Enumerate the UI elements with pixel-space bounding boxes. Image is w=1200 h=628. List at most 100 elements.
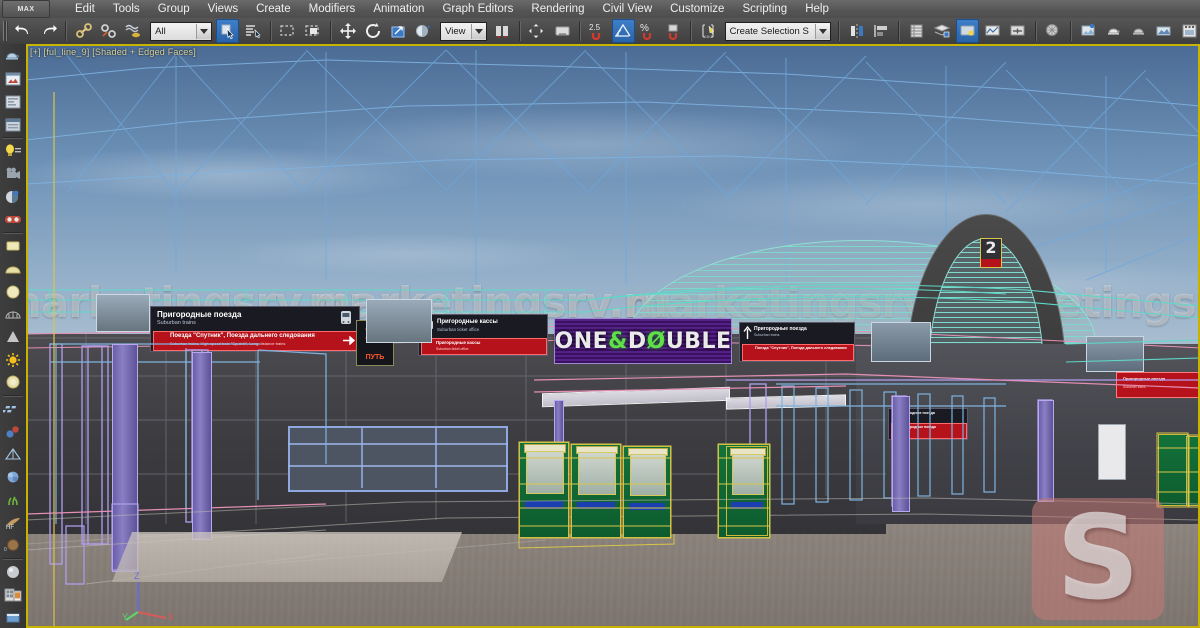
spinner-snap-toggle-button[interactable] [662,19,685,43]
sphere-light-icon[interactable] [1,280,25,303]
menu-item-customize[interactable]: Customize [661,0,733,18]
render-setup-button[interactable] [1042,19,1065,43]
selection-filter-combo[interactable]: All [150,21,213,41]
menu-item-help[interactable]: Help [796,0,838,18]
schematic-view-button[interactable] [981,19,1004,43]
rendered-frame-window-button[interactable] [1077,19,1100,43]
toolbar-separator [518,21,521,41]
camera-icon[interactable] [1,163,25,186]
menu-item-modifiers[interactable]: Modifiers [300,0,365,18]
layer-explorer-button[interactable] [905,19,928,43]
percent-snap-toggle-button[interactable]: % [637,19,660,43]
scene-explorer-button[interactable] [931,19,954,43]
window-crossing-button[interactable] [302,19,325,43]
teapot-render-icon[interactable] [1,45,25,68]
chevron-down-icon[interactable] [814,23,830,39]
mirror-button[interactable] [845,19,868,43]
toolbar-separator [690,21,693,41]
sky-portal-icon[interactable] [1,371,25,394]
light-lister-icon[interactable] [1,140,25,163]
blend-material-icon[interactable] [1,466,25,489]
sun-light-icon[interactable] [1,348,25,371]
exposure-control-icon[interactable] [1,185,25,208]
asset-browser-icon[interactable] [1,583,25,606]
dome-light-icon[interactable] [1,257,25,280]
ies-light-icon[interactable] [1,326,25,349]
menu-item-tools[interactable]: Tools [104,0,149,18]
snaps-toggle-button[interactable]: 2.5 [586,19,609,43]
chevron-down-icon[interactable] [470,23,486,39]
displacement-icon[interactable] [1,443,25,466]
select-and-rotate-button[interactable] [362,19,385,43]
reference-coordinate-value: View [445,25,466,37]
render-elements-icon[interactable] [1,113,25,136]
s-logo-watermark: S [1032,498,1164,620]
toolbar-separator [837,21,840,41]
curve-editor-button[interactable] [955,19,980,43]
select-object-button[interactable] [216,19,240,43]
bind-to-space-warp-button[interactable] [123,19,146,43]
vr-camera-icon[interactable] [1,208,25,231]
redo-button[interactable] [37,19,60,43]
menu-item-group[interactable]: Group [149,0,199,18]
named-selection-sets-combo[interactable]: Create Selection S [724,21,831,41]
s-logo-letter: S [1056,490,1140,626]
keyboard-shortcut-override-button[interactable] [551,19,574,43]
material-editor-button[interactable] [1006,19,1029,43]
select-and-place-button[interactable] [413,19,436,43]
svg-text:2.5: 2.5 [589,23,601,32]
select-and-manipulate-button[interactable] [526,19,549,43]
toolbar-separator [330,21,333,41]
chevron-down-icon[interactable] [196,23,212,39]
scene-converter-icon[interactable] [1,606,25,628]
undo-button[interactable] [12,19,35,43]
use-center-flyout-button[interactable] [491,19,514,43]
render-iterative-button[interactable] [1127,19,1150,43]
reference-coordinate-system-combo[interactable]: View [440,21,487,41]
axis-label-y: Y [122,612,128,622]
render-production-button[interactable] [1102,19,1125,43]
menu-item-rendering[interactable]: Rendering [522,0,593,18]
mesh-light-icon[interactable] [1,303,25,326]
toolbar-grip[interactable] [3,21,8,41]
viewport-perspective[interactable]: marketingsrv.ru marketingsrv.ru marketin… [26,44,1200,628]
menu-item-civil-view[interactable]: Civil View [593,0,661,18]
active-shade-button[interactable] [1153,19,1176,43]
menu-item-animation[interactable]: Animation [364,0,433,18]
noise-map-icon[interactable]: 0 [1,534,25,557]
render-in-cloud-button[interactable] [1178,19,1200,43]
menu-bar: MAX Edit Tools Group Views Create Modifi… [0,0,1200,19]
menu-item-views[interactable]: Views [199,0,247,18]
select-and-move-button[interactable] [337,19,360,43]
rail-separator [3,231,23,234]
menu-item-create[interactable]: Create [247,0,300,18]
rail-separator [3,136,23,139]
svg-text:ABC: ABC [704,34,712,39]
3dsmax-window: MAX Edit Tools Group Views Create Modifi… [0,0,1200,628]
align-flyout-button[interactable] [870,19,893,43]
edit-named-selection-sets-button[interactable]: ABC [697,19,720,43]
menu-item-graph-editors[interactable]: Graph Editors [433,0,522,18]
menu-item-scripting[interactable]: Scripting [733,0,796,18]
plane-light-icon[interactable] [1,235,25,258]
proxy-scatter-icon[interactable] [1,398,25,421]
select-and-scale-button[interactable] [388,19,411,43]
left-icon-rail: HF 0 [0,44,27,628]
toolbar-separator [269,21,272,41]
render-setup-panel-icon[interactable] [1,90,25,113]
menu-item-edit[interactable]: Edit [66,0,104,18]
select-and-link-button[interactable] [72,19,95,43]
unlink-selection-button[interactable] [98,19,121,43]
physical-material-icon[interactable] [1,420,25,443]
axis-label-z: Z [134,571,140,581]
select-by-name-button[interactable] [241,19,264,43]
max-application-button[interactable]: MAX [2,0,50,18]
grass-icon[interactable] [1,489,25,512]
rectangular-selection-region-button[interactable] [277,19,300,43]
render-frame-window-icon[interactable] [1,68,25,91]
viewport-label[interactable]: [+] [ful_line_9] [Shaded + Edged Faces] [30,47,196,57]
sphere-preview-icon[interactable] [1,561,25,584]
hair-fur-icon[interactable]: HF [1,511,25,534]
toolbar-separator [579,21,582,41]
angle-snap-toggle-button[interactable] [611,19,635,43]
